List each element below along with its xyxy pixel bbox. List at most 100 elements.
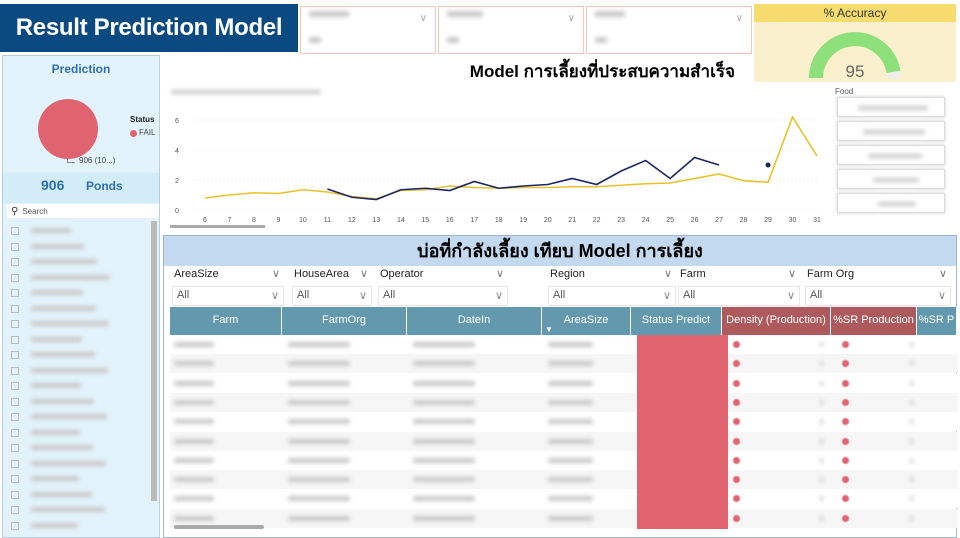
column-header[interactable]: FarmOrg (282, 307, 407, 335)
chevron-down-icon[interactable]: ∨ (788, 267, 796, 280)
chevron-down-icon[interactable]: ∨ (496, 267, 504, 280)
column-header[interactable]: AreaSize (542, 307, 631, 335)
list-item[interactable] (11, 490, 141, 500)
search-input[interactable]: ⚲ Search (7, 204, 159, 218)
food-option[interactable] (837, 145, 945, 165)
checkbox[interactable] (11, 366, 19, 375)
table-row[interactable] (170, 354, 958, 375)
list-item[interactable] (11, 288, 141, 298)
chevron-down-icon[interactable]: ∨ (272, 267, 280, 280)
cell (548, 457, 593, 463)
chevron-down-icon[interactable]: ∨ (360, 267, 368, 280)
list-item[interactable] (11, 505, 141, 515)
status-dot-icon (842, 514, 849, 522)
filter-dropdown[interactable]: All ∨ (805, 286, 951, 306)
checkbox[interactable] (11, 273, 19, 282)
status-dot-icon (842, 398, 849, 406)
table-row[interactable] (170, 392, 958, 413)
checkbox[interactable] (11, 444, 19, 452)
accuracy-label: % Accuracy (754, 4, 956, 22)
list-item[interactable] (11, 474, 141, 484)
list-item[interactable] (11, 412, 141, 422)
list-item[interactable] (11, 366, 141, 376)
chevron-down-icon[interactable]: ∨ (939, 267, 947, 280)
filter-label: Farm (680, 268, 706, 280)
checkbox[interactable] (11, 227, 19, 235)
food-option[interactable] (837, 121, 945, 141)
food-option[interactable] (837, 169, 945, 189)
filter-label: AreaSize (174, 268, 219, 280)
cell (174, 419, 214, 425)
list-item[interactable] (11, 521, 141, 531)
table-row[interactable] (170, 431, 958, 452)
legend-item-fail[interactable]: FAIL (139, 128, 155, 137)
filter-dropdown[interactable]: All ∨ (292, 286, 372, 306)
list-item[interactable] (11, 381, 141, 391)
table-row[interactable] (170, 335, 958, 355)
checkbox[interactable] (11, 521, 19, 530)
slicer-1[interactable]: ∨ (300, 6, 436, 54)
checkbox[interactable] (11, 242, 19, 251)
checkbox[interactable] (11, 351, 19, 359)
filter-dropdown[interactable]: All ∨ (678, 286, 800, 306)
list-item[interactable] (11, 226, 141, 236)
list-item[interactable] (11, 273, 141, 283)
list-item[interactable] (11, 397, 141, 407)
table-row[interactable] (170, 470, 958, 491)
column-header[interactable]: Status Predict (631, 307, 722, 335)
series-point-actual (765, 162, 771, 168)
slicer-3[interactable]: ∨ (586, 6, 752, 54)
table-row[interactable] (170, 373, 958, 394)
checkbox[interactable] (11, 428, 19, 437)
checkbox[interactable] (11, 289, 19, 297)
list-item[interactable] (11, 335, 141, 345)
cell (174, 477, 214, 483)
filter-dropdown[interactable]: All ∨ (172, 286, 284, 306)
slicer-2[interactable]: ∨ (438, 6, 584, 54)
horizontal-scrollbar[interactable] (174, 525, 264, 529)
checkbox[interactable] (11, 397, 19, 406)
checkbox[interactable] (11, 459, 19, 468)
table-row[interactable] (170, 412, 958, 433)
checkbox[interactable] (11, 475, 19, 483)
table-row[interactable] (170, 508, 958, 529)
checkbox[interactable] (11, 506, 19, 514)
prediction-pie[interactable] (38, 99, 98, 159)
cell (548, 438, 593, 444)
column-header[interactable]: %SR Production (831, 307, 917, 335)
cell (413, 419, 475, 425)
cell (413, 457, 475, 463)
table-row[interactable] (170, 450, 958, 471)
cell (413, 438, 475, 444)
checkbox[interactable] (11, 304, 19, 313)
checkbox[interactable] (11, 382, 19, 390)
list-item[interactable] (11, 242, 141, 252)
list-item[interactable] (11, 459, 141, 469)
food-option[interactable] (837, 97, 945, 117)
column-header[interactable]: Farm (170, 307, 282, 335)
chevron-down-icon[interactable]: ∨ (664, 267, 672, 280)
table-row[interactable] (170, 489, 958, 510)
cell (413, 380, 475, 386)
checkbox[interactable] (11, 258, 19, 266)
sort-desc-icon[interactable]: ▼ (545, 325, 553, 334)
scrollbar[interactable] (151, 221, 157, 501)
checkbox[interactable] (11, 490, 19, 499)
checkbox[interactable] (11, 320, 19, 328)
list-item[interactable] (11, 350, 141, 360)
column-header[interactable]: DateIn (407, 307, 542, 335)
x-tick-label: 12 (348, 217, 356, 224)
filter-dropdown[interactable]: All ∨ (548, 286, 676, 306)
column-header[interactable]: %SR P (917, 307, 957, 335)
filter-dropdown[interactable]: All ∨ (378, 286, 508, 306)
list-item[interactable] (11, 443, 141, 453)
food-option[interactable] (837, 193, 945, 213)
x-tick-label: 25 (666, 217, 674, 224)
column-header[interactable]: Density (Production) (722, 307, 831, 335)
list-item[interactable] (11, 319, 141, 329)
checkbox[interactable] (11, 413, 19, 421)
list-item[interactable] (11, 428, 141, 438)
checkbox[interactable] (11, 335, 19, 344)
list-item[interactable] (11, 304, 141, 314)
list-item[interactable] (11, 257, 141, 267)
